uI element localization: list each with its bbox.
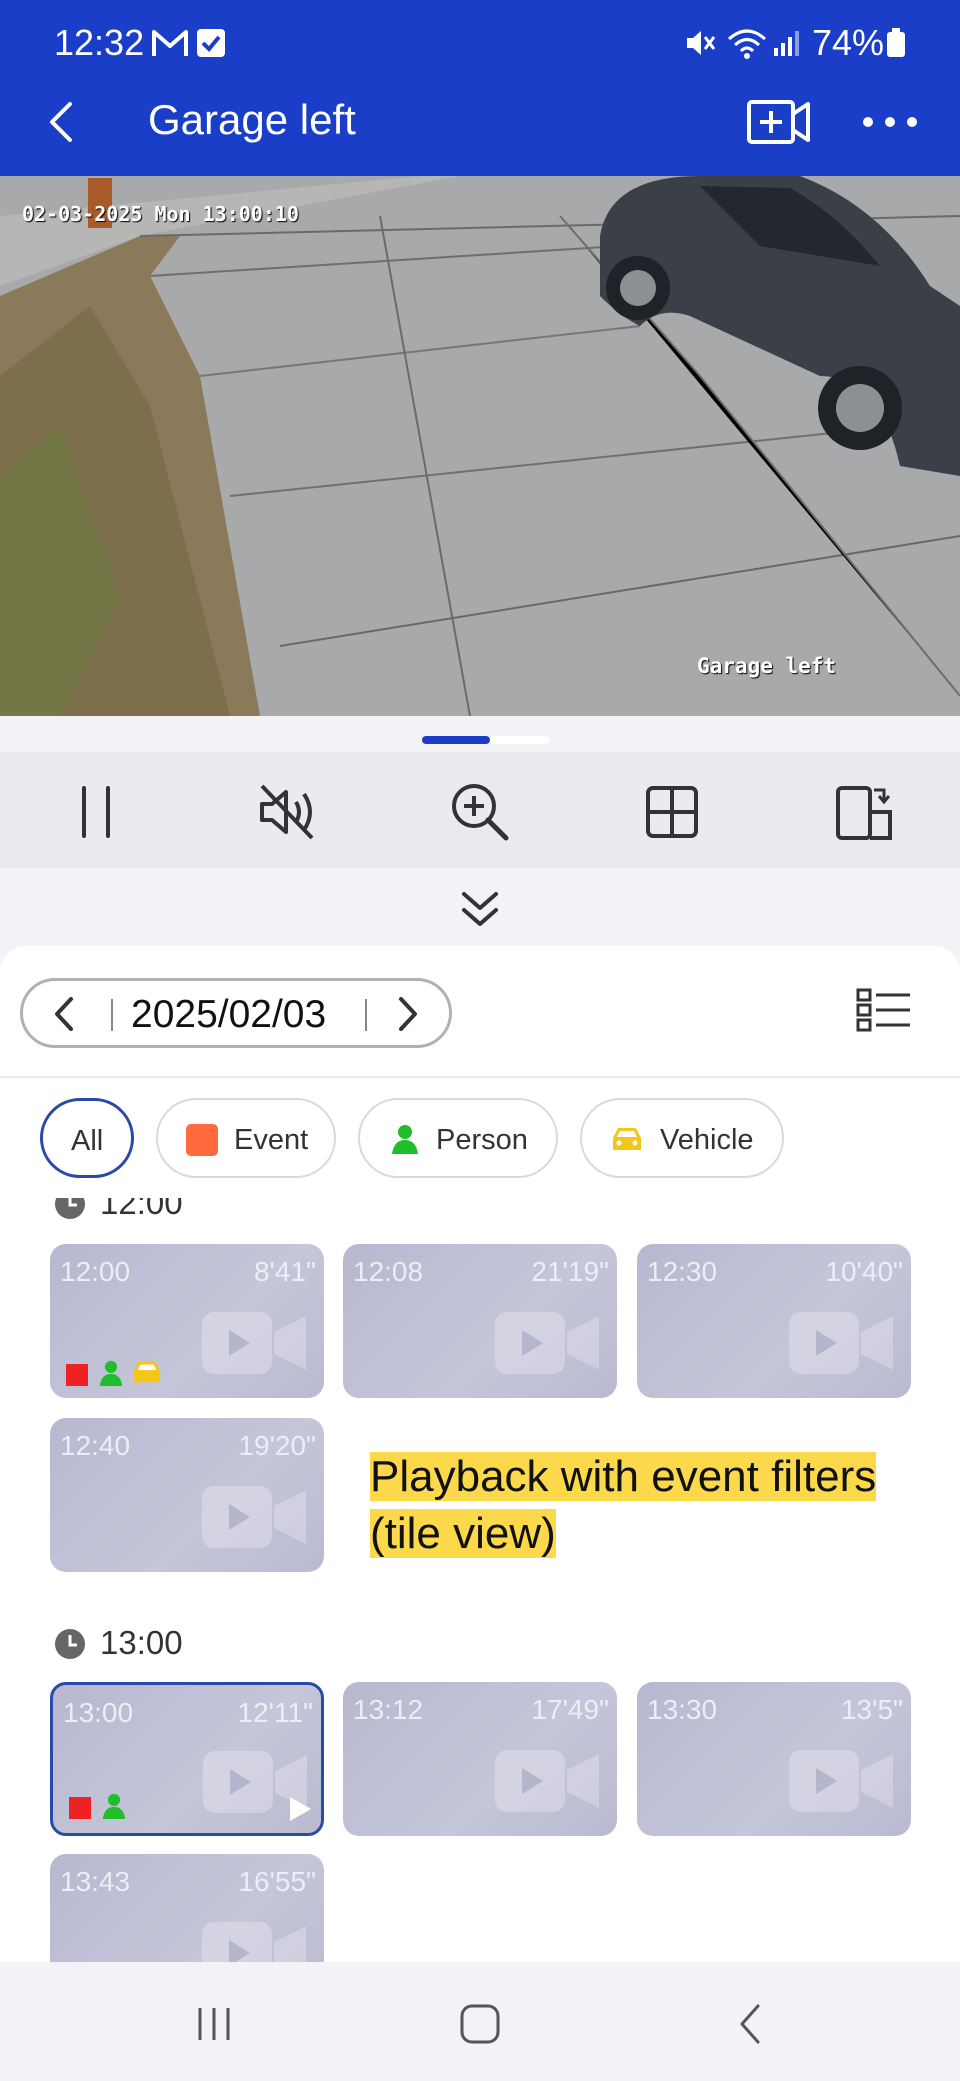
play-icon (290, 1797, 311, 1821)
system-back-button[interactable] (728, 2000, 776, 2048)
filter-chip-person[interactable]: Person (358, 1098, 558, 1178)
filter-chip-all[interactable]: All (40, 1098, 134, 1178)
annotation-caption: Playback with event filters (tile view) (370, 1448, 914, 1562)
recent-apps-button[interactable] (190, 2000, 238, 2048)
clip-tile[interactable]: 12:00 8'41" (50, 1244, 324, 1398)
playback-controls (0, 752, 960, 868)
video-camera-icon (789, 1312, 893, 1374)
selected-date[interactable]: 2025/02/03 (131, 993, 326, 1037)
date-separator (111, 999, 113, 1031)
app-screen: 12:32 74% Garage left 02-03-2025 Mon 13:… (0, 0, 960, 2081)
video-camera-icon (495, 1750, 599, 1812)
camera-feed-image (0, 176, 960, 716)
filter-label: Event (234, 1124, 309, 1156)
status-bar: 12:32 74% (0, 0, 960, 88)
person-badge-icon (99, 1360, 123, 1386)
pause-button[interactable] (64, 780, 128, 844)
battery-level: 74% (812, 22, 885, 63)
clip-tile[interactable]: 12:08 21'19" (343, 1244, 617, 1398)
rotate-screen-button[interactable] (832, 780, 896, 844)
clip-start-time: 12:40 (60, 1430, 131, 1461)
clip-tile-selected[interactable]: 13:00 12'11" (50, 1682, 324, 1836)
video-camera-icon (202, 1486, 306, 1548)
chevron-down-icon[interactable] (452, 888, 508, 932)
event-badge-icon (69, 1797, 91, 1819)
next-day-button[interactable] (387, 995, 427, 1033)
video-timestamp: 02-03-2025 Mon 13:00:10 (22, 202, 299, 226)
clip-tile[interactable]: 12:40 19'20" (50, 1418, 324, 1572)
event-badge-icon (66, 1364, 88, 1386)
clip-tile[interactable]: 12:30 10'40" (637, 1244, 911, 1398)
signal-icon (774, 31, 799, 56)
clip-start-time: 13:30 (647, 1694, 718, 1725)
clip-start-time: 13:00 (63, 1697, 134, 1728)
video-camera-icon (202, 1312, 306, 1374)
clock-icon (55, 1198, 85, 1219)
clip-tile[interactable]: 13:30 13'5" (637, 1682, 911, 1836)
add-camera-button[interactable] (746, 94, 812, 150)
event-square-icon (186, 1124, 218, 1156)
person-icon (392, 1125, 418, 1154)
vehicle-badge-icon (133, 1361, 161, 1383)
page-indicator-active (422, 736, 490, 744)
clock-icon (55, 1629, 85, 1659)
car-icon (613, 1128, 641, 1150)
video-camera-name: Garage left (697, 654, 837, 678)
more-options-button[interactable] (860, 104, 920, 140)
clip-start-time: 13:12 (353, 1694, 424, 1725)
gmail-icon (152, 30, 188, 56)
divider (0, 1076, 960, 1078)
back-button[interactable] (36, 92, 88, 152)
clip-tile[interactable]: 13:43 16'55" (50, 1854, 324, 1964)
clip-duration: 16'55" (238, 1866, 316, 1897)
video-camera-icon (202, 1922, 306, 1964)
hour-header: 13:00 (100, 1624, 183, 1661)
hour-header: 12:00 (100, 1198, 183, 1221)
page-title: Garage left (148, 96, 356, 143)
status-time: 12:32 (54, 22, 145, 63)
clip-list[interactable]: 12:00 12:00 8'41" 12:08 21'19" 12:30 10'… (0, 1198, 960, 1964)
clip-duration: 21'19" (531, 1256, 609, 1287)
grid-layout-button[interactable] (640, 780, 704, 844)
clip-tile[interactable]: 13:12 17'49" (343, 1682, 617, 1836)
clip-duration: 17'49" (531, 1694, 609, 1725)
mute-icon (687, 31, 716, 55)
home-button[interactable] (456, 2000, 504, 2048)
clip-start-time: 13:43 (60, 1866, 131, 1897)
clip-start-time: 12:00 (60, 1256, 131, 1287)
checkbox-icon (197, 29, 225, 57)
system-navigation-bar (0, 1962, 960, 2081)
clip-duration: 10'40" (825, 1256, 903, 1287)
battery-icon (887, 28, 905, 57)
video-player[interactable]: 02-03-2025 Mon 13:00:10 Garage left (0, 176, 960, 716)
person-badge-icon (102, 1793, 126, 1819)
clip-duration: 19'20" (238, 1430, 316, 1461)
clip-start-time: 12:08 (353, 1256, 424, 1287)
filter-label: All (71, 1125, 104, 1157)
wifi-icon (728, 29, 766, 59)
page-indicator-inactive[interactable] (490, 736, 550, 744)
previous-day-button[interactable] (45, 995, 85, 1033)
filter-label: Person (436, 1124, 528, 1156)
clip-duration: 12'11" (237, 1697, 314, 1728)
date-separator (365, 999, 367, 1031)
collapse-bar (0, 868, 960, 948)
mute-button[interactable] (256, 780, 320, 844)
top-bar: 12:32 74% Garage left (0, 0, 960, 176)
clip-duration: 8'41" (253, 1256, 316, 1287)
annotation-text: Playback with event filters (tile view) (370, 1452, 877, 1558)
date-picker[interactable]: 2025/02/03 (20, 978, 452, 1048)
clip-start-time: 12:30 (647, 1256, 718, 1287)
zoom-button[interactable] (448, 780, 512, 844)
list-view-button[interactable] (856, 988, 912, 1032)
video-camera-icon (789, 1750, 893, 1812)
filter-chip-event[interactable]: Event (156, 1098, 336, 1178)
filter-label: Vehicle (660, 1124, 754, 1156)
filter-chip-vehicle[interactable]: Vehicle (580, 1098, 784, 1178)
video-camera-icon (495, 1312, 599, 1374)
clip-duration: 13'5" (840, 1694, 903, 1725)
